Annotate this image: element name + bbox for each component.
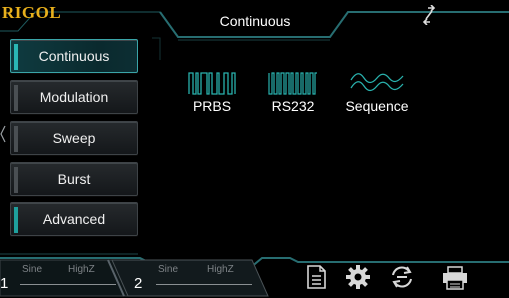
sequence-wave-icon[interactable] <box>350 70 404 96</box>
rs232-wave-icon[interactable] <box>268 70 318 96</box>
gear-icon[interactable] <box>344 263 372 291</box>
selection-bar <box>14 207 18 233</box>
menu-item-label: Modulation <box>39 89 109 105</box>
channel-2-waveform[interactable]: Sine <box>158 264 178 275</box>
selection-bar <box>14 126 18 152</box>
selection-bar <box>14 167 18 193</box>
channel-2-underline <box>156 284 252 285</box>
selection-bar <box>14 85 18 111</box>
menu-item-label: Continuous <box>38 48 110 64</box>
swap-arrows-icon[interactable] <box>418 5 440 25</box>
menu-item-sweep[interactable]: Sweep <box>10 121 138 155</box>
channel-1-waveform[interactable]: Sine <box>22 264 42 275</box>
menu-item-label: Advanced <box>42 211 106 227</box>
menu-item-modulation[interactable]: Modulation <box>10 80 138 114</box>
menu-item-continuous[interactable]: Continuous <box>10 39 138 73</box>
channel-1-number[interactable]: 1 <box>0 275 8 292</box>
sync-icon[interactable] <box>388 263 416 291</box>
menu-item-advanced[interactable]: Advanced <box>10 202 138 236</box>
page-title: Continuous <box>219 13 291 29</box>
printer-icon[interactable] <box>440 263 470 291</box>
menu-item-label: Burst <box>57 171 91 187</box>
selection-bar <box>14 44 18 70</box>
prbs-label: PRBS <box>192 98 232 114</box>
menu-item-label: Sweep <box>52 130 96 146</box>
file-icon[interactable] <box>302 263 330 291</box>
rs232-label: RS232 <box>271 98 315 114</box>
channel-2-impedance[interactable]: HighZ <box>207 264 234 275</box>
collapse-arrow-icon[interactable] <box>0 124 6 144</box>
menu-item-burst[interactable]: Burst <box>10 162 138 196</box>
channel-1-underline <box>20 284 116 285</box>
channel-1-impedance[interactable]: HighZ <box>68 264 95 275</box>
prbs-wave-icon[interactable] <box>188 70 236 96</box>
sequence-label: Sequence <box>345 98 409 114</box>
brand-logo: RIGOL <box>2 3 62 22</box>
channel-2-number[interactable]: 2 <box>134 275 142 292</box>
